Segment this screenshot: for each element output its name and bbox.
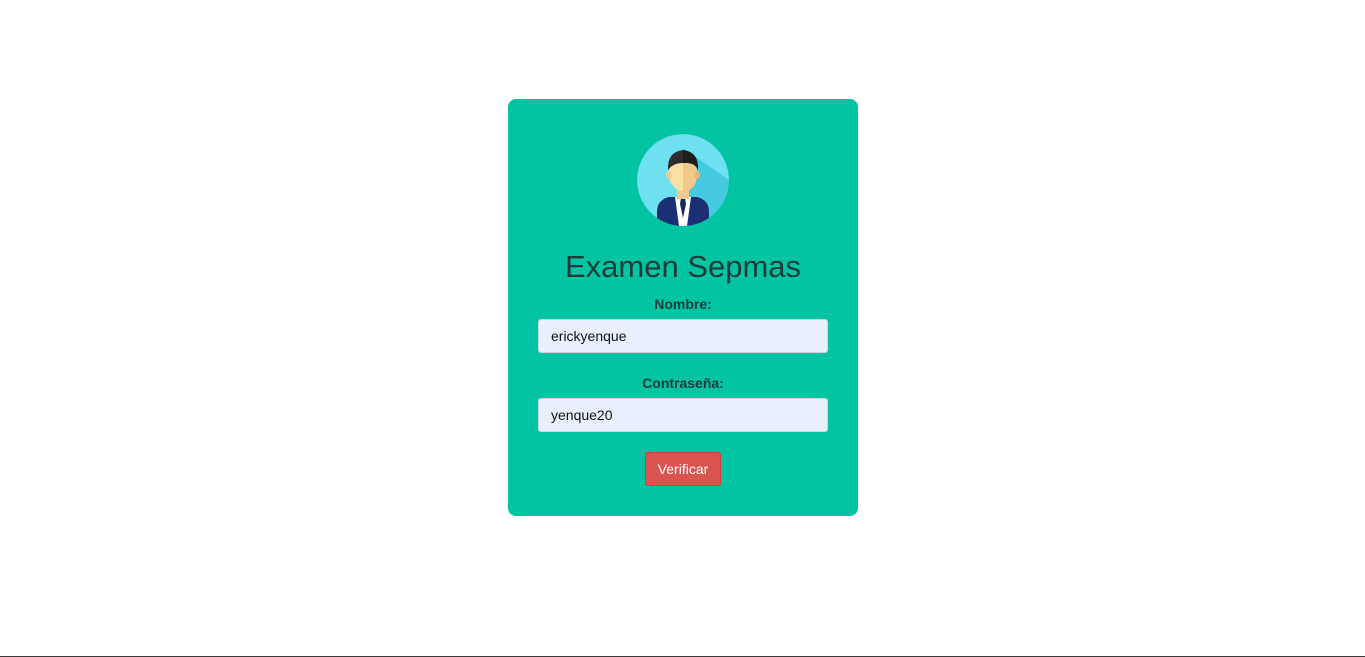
password-input[interactable] (538, 398, 828, 432)
user-avatar-icon (637, 134, 729, 226)
verificar-button[interactable]: Verificar (645, 452, 721, 486)
login-card: Examen Sepmas Nombre: Contraseña: Verifi… (508, 99, 858, 516)
page-title: Examen Sepmas (564, 249, 802, 284)
nombre-label: Nombre: (654, 296, 712, 312)
nombre-input[interactable] (538, 319, 828, 353)
page: Examen Sepmas Nombre: Contraseña: Verifi… (0, 0, 1365, 657)
password-label: Contraseña: (642, 375, 724, 391)
